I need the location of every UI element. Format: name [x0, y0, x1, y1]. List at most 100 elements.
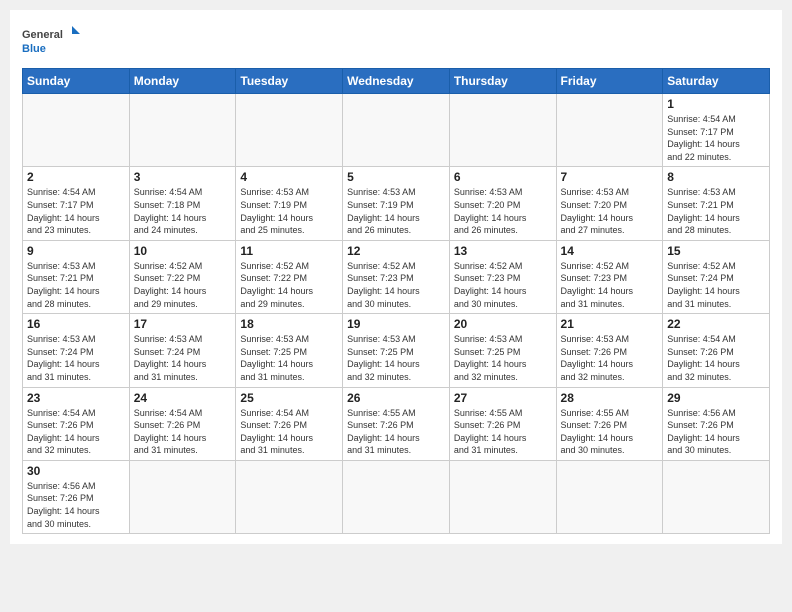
day-number: 19: [347, 317, 445, 331]
calendar-week-row: 2 Sunrise: 4:54 AM Sunset: 7:17 PM Daylig…: [23, 167, 770, 240]
calendar-header-row: SundayMondayTuesdayWednesdayThursdayFrid…: [23, 69, 770, 94]
calendar-day-cell: 2 Sunrise: 4:54 AM Sunset: 7:17 PM Daylig…: [23, 167, 130, 240]
calendar-day-cell: 13 Sunrise: 4:52 AM Sunset: 7:23 PM Dayli…: [449, 240, 556, 313]
calendar-day-cell: 10 Sunrise: 4:52 AM Sunset: 7:22 PM Dayli…: [129, 240, 236, 313]
day-number: 30: [27, 464, 125, 478]
day-info: Sunrise: 4:53 AM Sunset: 7:26 PM Dayligh…: [561, 333, 659, 383]
calendar-day-cell: [663, 460, 770, 533]
calendar-day-cell: 16 Sunrise: 4:53 AM Sunset: 7:24 PM Dayli…: [23, 314, 130, 387]
calendar-day-cell: [556, 460, 663, 533]
day-number: 10: [134, 244, 232, 258]
day-number: 9: [27, 244, 125, 258]
calendar-day-cell: 1 Sunrise: 4:54 AM Sunset: 7:17 PM Daylig…: [663, 94, 770, 167]
calendar-day-cell: 21 Sunrise: 4:53 AM Sunset: 7:26 PM Dayli…: [556, 314, 663, 387]
day-number: 6: [454, 170, 552, 184]
day-info: Sunrise: 4:55 AM Sunset: 7:26 PM Dayligh…: [561, 407, 659, 457]
day-number: 28: [561, 391, 659, 405]
day-number: 26: [347, 391, 445, 405]
calendar-day-cell: 18Sunrise: 4:53 AM Sunset: 7:25 PM Dayli…: [236, 314, 343, 387]
day-number: 1: [667, 97, 765, 111]
calendar-day-cell: [449, 94, 556, 167]
day-number: 7: [561, 170, 659, 184]
day-info: Sunrise: 4:53 AM Sunset: 7:19 PM Dayligh…: [240, 186, 338, 236]
day-info: Sunrise: 4:54 AM Sunset: 7:26 PM Dayligh…: [240, 407, 338, 457]
calendar-day-cell: [236, 460, 343, 533]
day-number: 23: [27, 391, 125, 405]
calendar-day-cell: [23, 94, 130, 167]
calendar-day-cell: [236, 94, 343, 167]
day-number: 25: [240, 391, 338, 405]
calendar-week-row: 9 Sunrise: 4:53 AM Sunset: 7:21 PM Daylig…: [23, 240, 770, 313]
day-number: 16: [27, 317, 125, 331]
calendar-day-cell: 12Sunrise: 4:52 AM Sunset: 7:23 PM Dayli…: [343, 240, 450, 313]
day-info: Sunrise: 4:52 AM Sunset: 7:23 PM Dayligh…: [561, 260, 659, 310]
day-number: 3: [134, 170, 232, 184]
calendar-day-cell: 7 Sunrise: 4:53 AM Sunset: 7:20 PM Daylig…: [556, 167, 663, 240]
logo: General Blue: [22, 20, 82, 60]
day-info: Sunrise: 4:53 AM Sunset: 7:20 PM Dayligh…: [561, 186, 659, 236]
calendar-day-cell: 5Sunrise: 4:53 AM Sunset: 7:19 PM Daylig…: [343, 167, 450, 240]
calendar-day-cell: 8 Sunrise: 4:53 AM Sunset: 7:21 PM Daylig…: [663, 167, 770, 240]
day-info: Sunrise: 4:52 AM Sunset: 7:24 PM Dayligh…: [667, 260, 765, 310]
day-header-wednesday: Wednesday: [343, 69, 450, 94]
logo-svg: General Blue: [22, 20, 82, 60]
calendar-day-cell: 23 Sunrise: 4:54 AM Sunset: 7:26 PM Dayli…: [23, 387, 130, 460]
day-header-monday: Monday: [129, 69, 236, 94]
day-number: 17: [134, 317, 232, 331]
day-header-sunday: Sunday: [23, 69, 130, 94]
day-number: 29: [667, 391, 765, 405]
calendar-week-row: 16 Sunrise: 4:53 AM Sunset: 7:24 PM Dayli…: [23, 314, 770, 387]
calendar-day-cell: 28 Sunrise: 4:55 AM Sunset: 7:26 PM Dayli…: [556, 387, 663, 460]
calendar-day-cell: 11 Sunrise: 4:52 AM Sunset: 7:22 PM Dayli…: [236, 240, 343, 313]
day-number: 13: [454, 244, 552, 258]
calendar-day-cell: [449, 460, 556, 533]
calendar-day-cell: 15Sunrise: 4:52 AM Sunset: 7:24 PM Dayli…: [663, 240, 770, 313]
calendar-day-cell: 9 Sunrise: 4:53 AM Sunset: 7:21 PM Daylig…: [23, 240, 130, 313]
day-info: Sunrise: 4:53 AM Sunset: 7:21 PM Dayligh…: [27, 260, 125, 310]
day-info: Sunrise: 4:53 AM Sunset: 7:24 PM Dayligh…: [27, 333, 125, 383]
day-number: 11: [240, 244, 338, 258]
day-number: 5: [347, 170, 445, 184]
calendar-day-cell: [343, 94, 450, 167]
calendar-day-cell: 30Sunrise: 4:56 AM Sunset: 7:26 PM Dayli…: [23, 460, 130, 533]
calendar-table: SundayMondayTuesdayWednesdayThursdayFrid…: [22, 68, 770, 534]
day-header-friday: Friday: [556, 69, 663, 94]
calendar-day-cell: 19Sunrise: 4:53 AM Sunset: 7:25 PM Dayli…: [343, 314, 450, 387]
day-header-tuesday: Tuesday: [236, 69, 343, 94]
calendar-day-cell: 24Sunrise: 4:54 AM Sunset: 7:26 PM Dayli…: [129, 387, 236, 460]
calendar-week-row: 30Sunrise: 4:56 AM Sunset: 7:26 PM Dayli…: [23, 460, 770, 533]
day-info: Sunrise: 4:52 AM Sunset: 7:22 PM Dayligh…: [240, 260, 338, 310]
day-info: Sunrise: 4:55 AM Sunset: 7:26 PM Dayligh…: [347, 407, 445, 457]
day-info: Sunrise: 4:54 AM Sunset: 7:26 PM Dayligh…: [27, 407, 125, 457]
calendar-day-cell: 22 Sunrise: 4:54 AM Sunset: 7:26 PM Dayli…: [663, 314, 770, 387]
calendar-day-cell: [129, 94, 236, 167]
day-info: Sunrise: 4:55 AM Sunset: 7:26 PM Dayligh…: [454, 407, 552, 457]
day-info: Sunrise: 4:56 AM Sunset: 7:26 PM Dayligh…: [667, 407, 765, 457]
calendar-day-cell: 6Sunrise: 4:53 AM Sunset: 7:20 PM Daylig…: [449, 167, 556, 240]
day-info: Sunrise: 4:54 AM Sunset: 7:17 PM Dayligh…: [27, 186, 125, 236]
day-info: Sunrise: 4:52 AM Sunset: 7:23 PM Dayligh…: [454, 260, 552, 310]
day-number: 20: [454, 317, 552, 331]
day-info: Sunrise: 4:53 AM Sunset: 7:24 PM Dayligh…: [134, 333, 232, 383]
day-number: 22: [667, 317, 765, 331]
calendar-day-cell: 29 Sunrise: 4:56 AM Sunset: 7:26 PM Dayli…: [663, 387, 770, 460]
day-number: 8: [667, 170, 765, 184]
day-info: Sunrise: 4:53 AM Sunset: 7:25 PM Dayligh…: [240, 333, 338, 383]
svg-text:Blue: Blue: [22, 43, 46, 55]
day-number: 24: [134, 391, 232, 405]
calendar-day-cell: 3Sunrise: 4:54 AM Sunset: 7:18 PM Daylig…: [129, 167, 236, 240]
day-number: 14: [561, 244, 659, 258]
day-number: 21: [561, 317, 659, 331]
calendar-day-cell: 26 Sunrise: 4:55 AM Sunset: 7:26 PM Dayli…: [343, 387, 450, 460]
calendar-day-cell: 25 Sunrise: 4:54 AM Sunset: 7:26 PM Dayli…: [236, 387, 343, 460]
day-number: 2: [27, 170, 125, 184]
day-number: 27: [454, 391, 552, 405]
day-number: 4: [240, 170, 338, 184]
day-info: Sunrise: 4:54 AM Sunset: 7:26 PM Dayligh…: [667, 333, 765, 383]
calendar-day-cell: [343, 460, 450, 533]
day-info: Sunrise: 4:53 AM Sunset: 7:21 PM Dayligh…: [667, 186, 765, 236]
day-info: Sunrise: 4:52 AM Sunset: 7:22 PM Dayligh…: [134, 260, 232, 310]
day-number: 12: [347, 244, 445, 258]
calendar-day-cell: [129, 460, 236, 533]
day-info: Sunrise: 4:54 AM Sunset: 7:17 PM Dayligh…: [667, 113, 765, 163]
